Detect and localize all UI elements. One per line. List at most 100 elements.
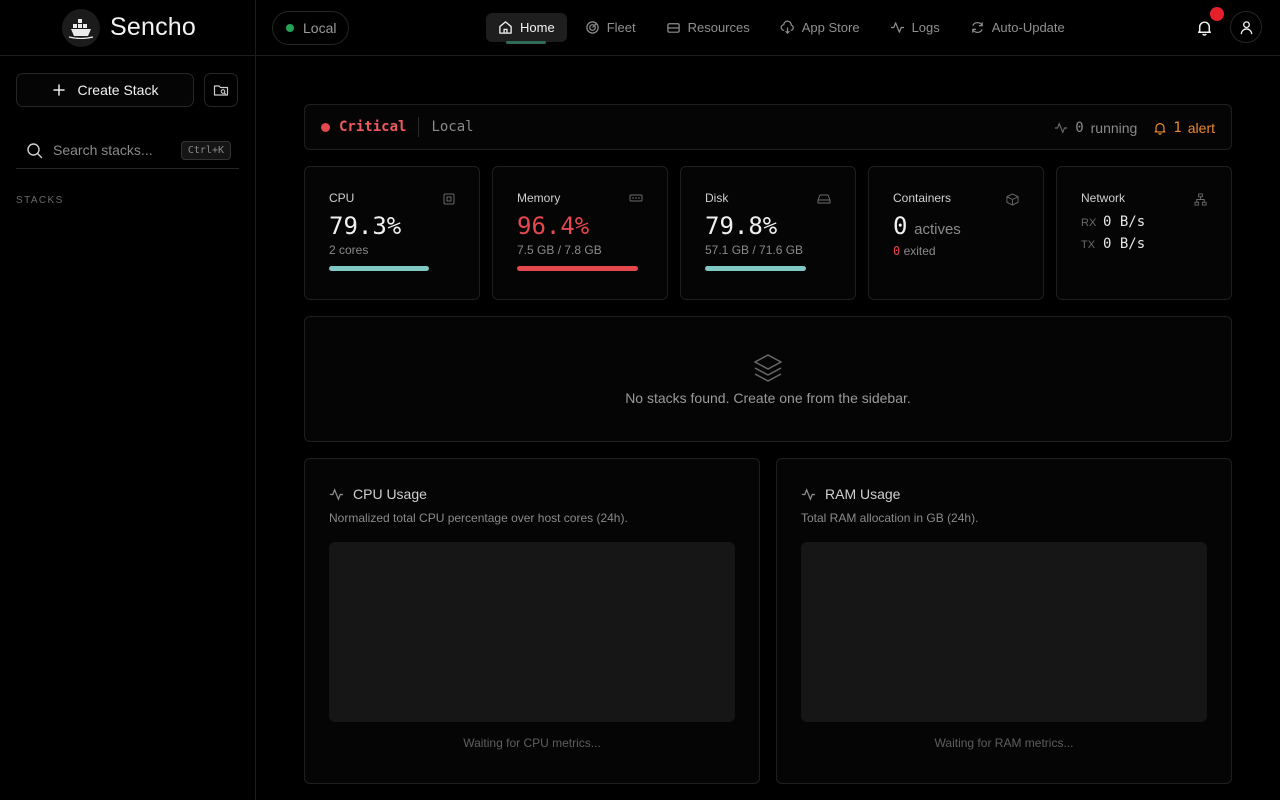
alert-number: 1 [1173, 120, 1182, 136]
containers-exited: 0 exited [893, 244, 1019, 258]
cpu-card: CPU 79.3% 2 cores [304, 166, 480, 300]
critical-dot [321, 122, 330, 132]
memory-progress [517, 266, 643, 271]
folder-search-icon [213, 85, 229, 96]
brand[interactable]: Sencho [0, 0, 255, 56]
nav-fleet[interactable]: Fleet [573, 13, 648, 42]
nav-fleet-label: Fleet [606, 20, 636, 35]
status-level: Critical [339, 119, 407, 135]
network-icon [1194, 193, 1207, 206]
exited-count: 0 [893, 244, 901, 258]
memory-title: Memory [517, 191, 561, 205]
containers-title: Containers [893, 191, 952, 205]
cpu-progress [329, 266, 455, 271]
plus-icon [52, 84, 65, 96]
metric-cards: CPU 79.3% 2 cores Memory 96.4% 7.5 GB / … [304, 166, 1232, 300]
layers-icon [754, 354, 782, 382]
create-stack-button[interactable]: Create Stack [16, 73, 194, 107]
cpu-title: CPU [329, 191, 355, 205]
sidebar: Sencho Create Stack Search stacks... Ctr… [0, 0, 256, 800]
memory-icon [629, 194, 643, 202]
network-card: Network RX 0 B/s TX 0 B/s [1056, 166, 1232, 300]
nav-app-store[interactable]: App Store [768, 13, 872, 42]
node-selector[interactable]: Local [272, 11, 349, 45]
memory-card: Memory 96.4% 7.5 GB / 7.8 GB [492, 166, 668, 300]
containers-active-count: 0 [893, 212, 908, 240]
browse-folder-button[interactable] [204, 73, 238, 107]
app-name: Sencho [110, 13, 196, 41]
nav-home[interactable]: Home [486, 13, 567, 44]
nav-logs-label: Logs [911, 20, 940, 35]
alert-bell-icon [1154, 123, 1166, 135]
alerts-button[interactable]: 1 alert [1153, 120, 1215, 136]
network-tx: TX 0 B/s [1081, 236, 1207, 252]
activity-icon [329, 487, 344, 501]
ram-usage-title: RAM Usage [825, 486, 901, 502]
nav-auto-update-label: Auto-Update [991, 20, 1065, 35]
top-bar: Local Home Fleet Resources App Store Log… [256, 0, 1280, 56]
running-number: 0 [1075, 120, 1084, 136]
stacks-section-label: STACKS [16, 195, 64, 206]
containers-active-label: actives [914, 221, 961, 238]
fleet-icon [585, 21, 599, 34]
disk-value: 79.8% [705, 212, 778, 240]
disk-usage: 57.1 GB / 71.6 GB [705, 243, 804, 257]
bell-icon [1197, 21, 1211, 36]
running-label: running [1090, 120, 1138, 136]
shortcut-badge: Ctrl+K [180, 140, 231, 160]
tx-label: TX [1081, 239, 1096, 251]
network-title: Network [1081, 191, 1126, 205]
disk-title: Disk [705, 191, 729, 205]
memory-value: 96.4% [517, 212, 590, 240]
nav-resources-label: Resources [687, 20, 750, 35]
nav-resources[interactable]: Resources [654, 13, 762, 42]
ram-usage-subtitle: Total RAM allocation in GB (24h). [801, 511, 979, 525]
ram-usage-header: RAM Usage [801, 486, 1207, 502]
cpu-usage-header: CPU Usage [329, 486, 735, 502]
nav-auto-update[interactable]: Auto-Update [958, 13, 1077, 42]
activity-icon [801, 487, 816, 501]
empty-stacks-message: No stacks found. Create one from the sid… [625, 390, 911, 406]
logs-icon [890, 22, 904, 33]
network-rx: RX 0 B/s [1081, 214, 1207, 230]
rx-value: 0 B/s [1103, 214, 1146, 230]
user-icon [1240, 20, 1252, 34]
memory-usage: 7.5 GB / 7.8 GB [517, 243, 602, 257]
cpu-cores: 2 cores [329, 243, 369, 257]
ram-usage-waiting: Waiting for RAM metrics... [934, 736, 1074, 750]
nav-app-store-label: App Store [801, 20, 860, 35]
alert-label: alert [1187, 120, 1215, 136]
nav-home-label: Home [520, 20, 555, 35]
cpu-value: 79.3% [329, 212, 402, 240]
cpu-icon [443, 193, 455, 205]
ram-usage-card: RAM Usage Total RAM allocation in GB (24… [776, 458, 1232, 784]
tx-value: 0 B/s [1103, 236, 1146, 252]
cpu-usage-card: CPU Usage Normalized total CPU percentag… [304, 458, 760, 784]
health-status-bar: Critical Local 0 running 1 alert [304, 104, 1232, 150]
search-icon [27, 142, 43, 158]
disk-icon [817, 194, 831, 204]
exited-label: exited [903, 244, 936, 258]
rx-label: RX [1081, 217, 1097, 229]
resources-icon [666, 23, 680, 33]
nav-logs[interactable]: Logs [878, 13, 952, 42]
main-nav: Home Fleet Resources App Store Logs Auto… [486, 13, 1077, 44]
user-menu-button[interactable] [1230, 11, 1262, 43]
running-count: 0 running [1054, 120, 1137, 136]
node-status-dot [286, 24, 294, 32]
activity-icon [1055, 122, 1068, 134]
containers-card: Containers 0 actives 0 exited [868, 166, 1044, 300]
search-input[interactable]: Search stacks... Ctrl+K [16, 132, 239, 169]
home-icon [499, 21, 512, 34]
search-placeholder: Search stacks... [53, 142, 153, 158]
create-stack-label: Create Stack [77, 82, 159, 98]
cpu-usage-subtitle: Normalized total CPU percentage over hos… [329, 511, 628, 525]
app-store-icon [780, 20, 794, 34]
ram-usage-chart-area [801, 542, 1207, 722]
cpu-usage-chart-area [329, 542, 735, 722]
disk-progress [705, 266, 831, 271]
notification-badge [1210, 7, 1224, 21]
disk-card: Disk 79.8% 57.1 GB / 71.6 GB [680, 166, 856, 300]
auto-update-icon [971, 22, 983, 33]
containers-value: 0 actives [893, 212, 1019, 241]
